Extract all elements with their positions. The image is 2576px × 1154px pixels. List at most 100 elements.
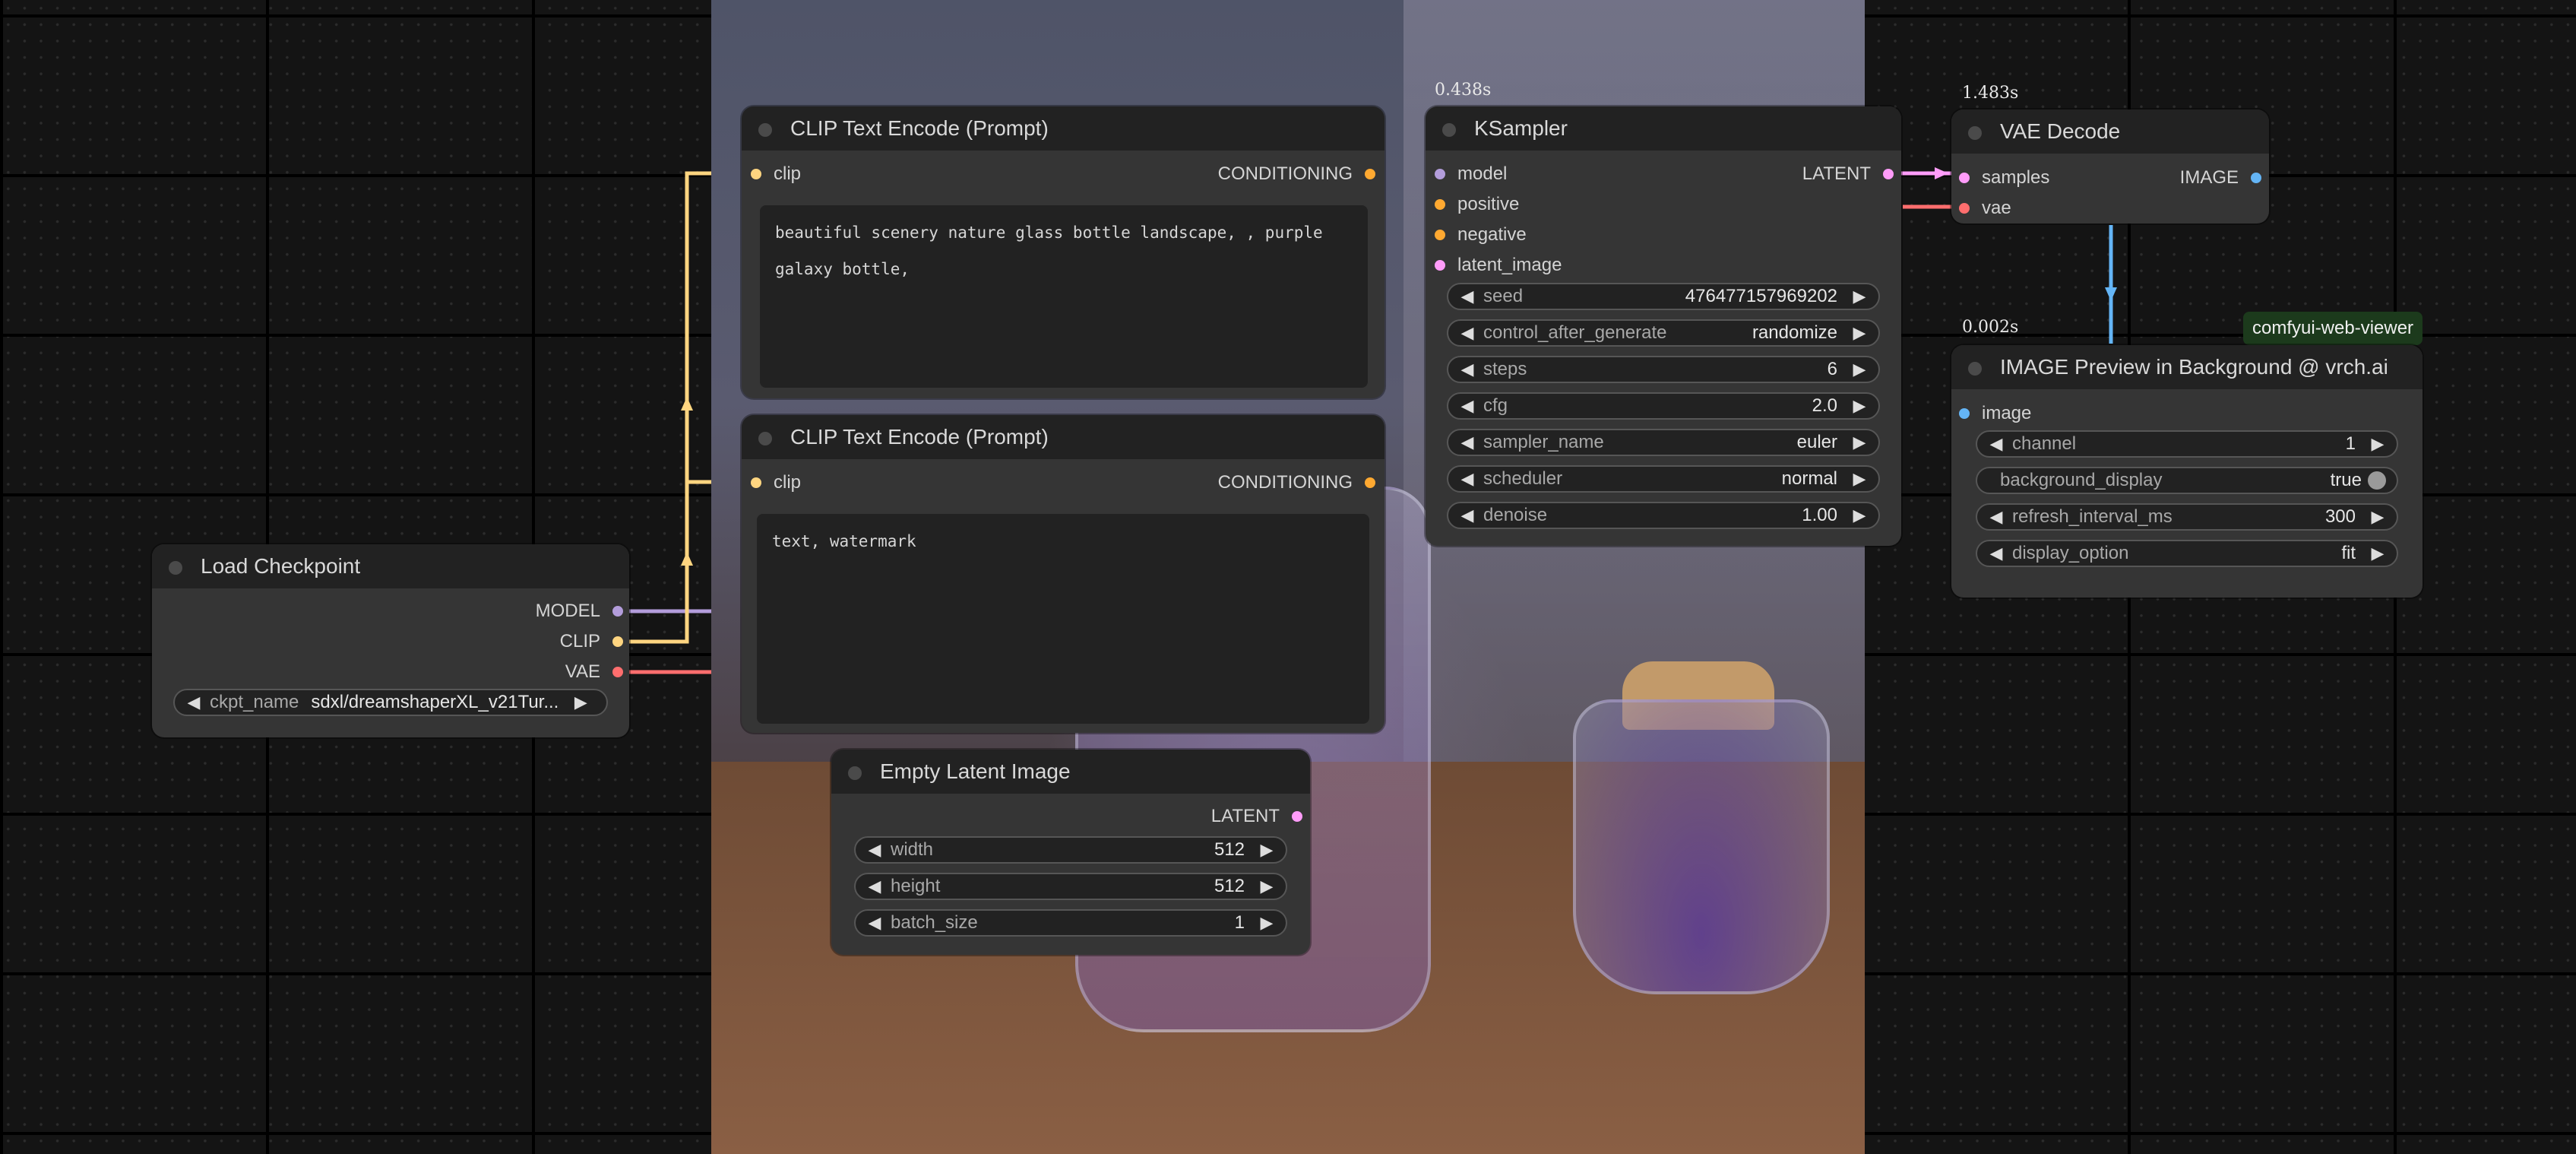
collapse-dot-icon[interactable] <box>758 123 772 137</box>
prompt-text-field[interactable]: text, watermark <box>757 514 1369 724</box>
node-clip-text-encode-negative[interactable]: CLIP Text Encode (Prompt) clip CONDITION… <box>742 415 1385 733</box>
decrement-arrow-icon[interactable]: ◀ <box>1459 287 1476 306</box>
conditioning-socket-icon[interactable] <box>1435 199 1445 210</box>
decrement-arrow-icon[interactable]: ◀ <box>1988 434 2005 454</box>
latent-socket-icon[interactable] <box>1435 260 1445 271</box>
output-slot-vae[interactable]: VAE <box>565 661 623 683</box>
node-title-bar[interactable]: CLIP Text Encode (Prompt) <box>742 106 1385 151</box>
input-slot-image[interactable]: image <box>1959 403 2031 424</box>
decrement-arrow-icon[interactable]: ◀ <box>1988 544 2005 563</box>
node-title-bar[interactable]: CLIP Text Encode (Prompt) <box>742 415 1385 459</box>
refresh-interval-widget[interactable]: ◀ refresh_interval_ms 300 ▶ <box>1976 503 2398 531</box>
control-after-generate-widget[interactable]: ◀ control_after_generate randomize ▶ <box>1447 319 1880 347</box>
width-widget[interactable]: ◀ width 512 ▶ <box>854 836 1287 864</box>
decrement-arrow-icon[interactable]: ◀ <box>1459 323 1476 343</box>
denoise-widget[interactable]: ◀ denoise 1.00 ▶ <box>1447 502 1880 529</box>
output-slot-image[interactable]: IMAGE <box>2180 167 2261 189</box>
sampler-name-widget[interactable]: ◀ sampler_name euler ▶ <box>1447 429 1880 456</box>
node-vae-decode[interactable]: VAE Decode samples IMAGE vae <box>1951 109 2269 224</box>
output-slot-conditioning[interactable]: CONDITIONING <box>1218 163 1375 185</box>
decrement-arrow-icon[interactable]: ◀ <box>185 693 202 712</box>
node-ksampler[interactable]: KSampler model LATENT positive negative … <box>1426 106 1901 546</box>
node-title-bar[interactable]: Empty Latent Image <box>831 750 1310 794</box>
latent-socket-icon[interactable] <box>1883 169 1894 179</box>
batch-size-widget[interactable]: ◀ batch_size 1 ▶ <box>854 909 1287 937</box>
display-option-widget[interactable]: ◀ display_option fit ▶ <box>1976 540 2398 567</box>
latent-socket-icon[interactable] <box>1292 811 1302 822</box>
increment-arrow-icon[interactable]: ▶ <box>1851 287 1868 306</box>
decrement-arrow-icon[interactable]: ◀ <box>1988 507 2005 527</box>
steps-widget[interactable]: ◀ steps 6 ▶ <box>1447 356 1880 383</box>
vae-socket-icon[interactable] <box>612 667 623 677</box>
node-load-checkpoint[interactable]: Load Checkpoint MODEL CLIP VAE ◀ ckpt_na… <box>152 544 629 737</box>
node-clip-text-encode-positive[interactable]: CLIP Text Encode (Prompt) clip CONDITION… <box>742 106 1385 398</box>
seed-widget[interactable]: ◀ seed 476477157969202 ▶ <box>1447 283 1880 310</box>
increment-arrow-icon[interactable]: ▶ <box>1851 469 1868 489</box>
increment-arrow-icon[interactable]: ▶ <box>1851 433 1868 452</box>
output-slot-latent[interactable]: LATENT <box>1802 163 1894 185</box>
node-title-bar[interactable]: IMAGE Preview in Background @ vrch.ai <box>1951 345 2423 389</box>
input-slot-model[interactable]: model <box>1435 163 1507 185</box>
scheduler-widget[interactable]: ◀ scheduler normal ▶ <box>1447 465 1880 493</box>
decrement-arrow-icon[interactable]: ◀ <box>866 913 883 933</box>
input-slot-positive[interactable]: positive <box>1435 194 1519 215</box>
conditioning-socket-icon[interactable] <box>1365 169 1375 179</box>
input-slot-clip[interactable]: clip <box>751 472 801 493</box>
output-slot-clip[interactable]: CLIP <box>560 631 623 652</box>
decrement-arrow-icon[interactable]: ◀ <box>1459 396 1476 416</box>
increment-arrow-icon[interactable]: ▶ <box>572 693 589 712</box>
vae-socket-icon[interactable] <box>1959 203 1970 214</box>
node-empty-latent-image[interactable]: Empty Latent Image LATENT ◀ width 512 ▶ … <box>831 750 1310 955</box>
decrement-arrow-icon[interactable]: ◀ <box>866 840 883 860</box>
input-slot-latent-image[interactable]: latent_image <box>1435 255 1562 276</box>
input-slot-vae[interactable]: vae <box>1959 198 2011 219</box>
channel-widget[interactable]: ◀ channel 1 ▶ <box>1976 430 2398 458</box>
model-socket-icon[interactable] <box>612 606 623 617</box>
node-title-bar[interactable]: VAE Decode <box>1951 109 2269 154</box>
increment-arrow-icon[interactable]: ▶ <box>2369 434 2386 454</box>
increment-arrow-icon[interactable]: ▶ <box>1258 877 1275 896</box>
input-slot-samples[interactable]: samples <box>1959 167 2049 189</box>
toggle-knob-icon[interactable] <box>2368 471 2386 490</box>
clip-socket-icon[interactable] <box>612 636 623 647</box>
node-title-bar[interactable]: Load Checkpoint <box>152 544 629 588</box>
increment-arrow-icon[interactable]: ▶ <box>2369 544 2386 563</box>
conditioning-socket-icon[interactable] <box>1365 477 1375 488</box>
collapse-dot-icon[interactable] <box>1968 126 1982 140</box>
decrement-arrow-icon[interactable]: ◀ <box>1459 469 1476 489</box>
node-title-bar[interactable]: KSampler <box>1426 106 1901 151</box>
conditioning-socket-icon[interactable] <box>1435 230 1445 240</box>
decrement-arrow-icon[interactable]: ◀ <box>866 877 883 896</box>
collapse-dot-icon[interactable] <box>1442 123 1456 137</box>
collapse-dot-icon[interactable] <box>758 432 772 445</box>
ckpt-name-combo[interactable]: ◀ ckpt_name sdxl/dreamshaperXL_v21Tur...… <box>173 689 608 716</box>
collapse-dot-icon[interactable] <box>1968 362 1982 376</box>
input-slot-clip[interactable]: clip <box>751 163 801 185</box>
increment-arrow-icon[interactable]: ▶ <box>1851 396 1868 416</box>
collapse-dot-icon[interactable] <box>169 561 182 575</box>
model-socket-icon[interactable] <box>1435 169 1445 179</box>
cfg-widget[interactable]: ◀ cfg 2.0 ▶ <box>1447 392 1880 420</box>
latent-socket-icon[interactable] <box>1959 173 1970 183</box>
clip-socket-icon[interactable] <box>751 477 761 488</box>
increment-arrow-icon[interactable]: ▶ <box>1258 913 1275 933</box>
increment-arrow-icon[interactable]: ▶ <box>1851 360 1868 379</box>
output-slot-latent[interactable]: LATENT <box>1211 806 1302 827</box>
decrement-arrow-icon[interactable]: ◀ <box>1459 433 1476 452</box>
prompt-text-field[interactable]: beautiful scenery nature glass bottle la… <box>760 205 1368 388</box>
clip-socket-icon[interactable] <box>751 169 761 179</box>
increment-arrow-icon[interactable]: ▶ <box>2369 507 2386 527</box>
node-image-preview-background[interactable]: IMAGE Preview in Background @ vrch.ai im… <box>1951 345 2423 598</box>
image-socket-icon[interactable] <box>1959 408 1970 419</box>
increment-arrow-icon[interactable]: ▶ <box>1851 323 1868 343</box>
height-widget[interactable]: ◀ height 512 ▶ <box>854 873 1287 900</box>
output-slot-model[interactable]: MODEL <box>536 601 623 622</box>
decrement-arrow-icon[interactable]: ◀ <box>1459 360 1476 379</box>
increment-arrow-icon[interactable]: ▶ <box>1851 506 1868 525</box>
collapse-dot-icon[interactable] <box>848 766 862 780</box>
input-slot-negative[interactable]: negative <box>1435 224 1527 246</box>
increment-arrow-icon[interactable]: ▶ <box>1258 840 1275 860</box>
background-display-toggle[interactable]: background_display true <box>1976 467 2398 494</box>
image-socket-icon[interactable] <box>2251 173 2261 183</box>
output-slot-conditioning[interactable]: CONDITIONING <box>1218 472 1375 493</box>
